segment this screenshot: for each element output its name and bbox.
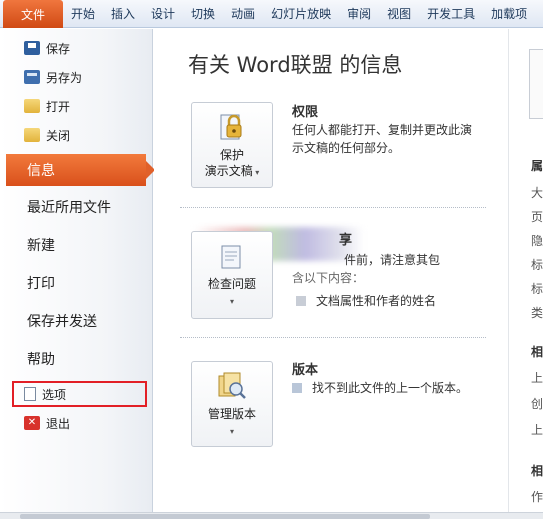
versions-icon [215,370,249,402]
manage-versions-button[interactable]: 管理版本 ▾ [191,361,273,447]
prepare-heading: 享 [339,233,353,248]
info-pane: 有关 Word联盟 的信息 保护 演示文稿 ▾ 权限 任何人都能打开、复制并更改… [154,29,508,514]
protect-label-2: 演示文稿 [204,164,253,178]
permissions-heading: 权限 [292,105,319,120]
nav-close[interactable]: 关闭 [24,125,70,145]
check-issues-label: 检查问题 [207,277,256,291]
nav-options[interactable]: 选项 [24,384,66,404]
section-divider [180,207,486,208]
section-divider [180,337,486,338]
property-label: 创 [531,397,543,411]
property-label: 类 [531,306,543,320]
nav-close-label: 关闭 [46,128,71,143]
tab-insert[interactable]: 插入 [103,0,143,27]
lock-icon [215,111,249,143]
chevron-down-icon: ▾ [229,427,234,436]
nav-exit[interactable]: ✕ 退出 [24,413,70,433]
exit-icon: ✕ [24,416,40,430]
tab-animations[interactable]: 动画 [223,0,263,27]
permissions-text: 任何人都能打开、复制并更改此演示文稿的任何部分。 [292,123,473,155]
property-label: 大 [531,186,543,200]
nav-save-as[interactable]: 另存为 [24,67,82,87]
tab-transitions[interactable]: 切换 [183,0,223,27]
versions-text: 找不到此文件的上一个版本。 [312,381,469,395]
property-label: 隐 [531,234,543,248]
tab-slideshow[interactable]: 幻灯片放映 [263,0,339,27]
nav-save[interactable]: 保存 [24,38,70,58]
horizontal-scrollbar[interactable] [0,512,543,519]
open-folder-icon [24,99,40,113]
save-icon [24,41,40,55]
versions-small-icon [292,383,302,393]
property-label: 相 [531,464,543,478]
nav-open-label: 打开 [46,99,71,114]
protect-presentation-button[interactable]: 保护 演示文稿 ▾ [191,102,273,188]
properties-strip: 属 大 页 隐 标 标 类 相 上 创 上 相 作 [508,29,543,514]
versions-heading: 版本 [292,363,319,378]
property-label: 上 [531,423,543,437]
chevron-down-icon: ▾ [252,168,260,177]
list-item: 文档属性和作者的姓名 [296,292,436,310]
property-label: 上 [531,371,543,385]
nav-print[interactable]: 打印 [27,271,55,295]
nav-help[interactable]: 帮助 [27,347,55,371]
options-icon [24,387,36,401]
tab-file[interactable]: 文件 [3,0,63,28]
property-label: 属 [531,159,543,173]
nav-save-label: 保存 [46,41,71,56]
save-as-icon [24,70,40,84]
check-issues-button[interactable]: 检查问题 ▾ [191,231,273,319]
property-label: 作 [531,490,543,504]
prepare-text: 件前，请注意其包 [344,253,441,267]
property-label: 相 [531,345,543,359]
tab-view[interactable]: 视图 [379,0,419,27]
tab-home[interactable]: 开始 [63,0,103,27]
nav-open[interactable]: 打开 [24,96,70,116]
prepare-bullet-text: 文档属性和作者的姓名 [316,294,437,308]
tab-addins[interactable]: 加载项 [483,0,535,27]
nav-save-as-label: 另存为 [46,70,83,85]
tab-design[interactable]: 设计 [143,0,183,27]
tab-review[interactable]: 审阅 [339,0,379,27]
nav-new[interactable]: 新建 [27,233,55,257]
backstage-nav: 保存 另存为 打开 关闭 信息 最近所用文件 新建 打印 保存并发送 帮助 选项… [0,29,155,514]
protect-label-1: 保护 [219,148,244,162]
tab-developer[interactable]: 开发工具 [419,0,483,27]
property-label: 页 [531,210,543,224]
inspect-document-icon [215,240,249,272]
document-thumbnail [529,49,543,119]
ribbon-tab-bar: 文件 开始 插入 设计 切换 动画 幻灯片放映 审阅 视图 开发工具 加载项 [0,0,543,28]
chevron-down-icon: ▾ [229,297,234,306]
list-item: 找不到此文件的上一个版本。 [292,379,482,397]
page-title: 有关 Word联盟 的信息 [188,53,403,77]
nav-recent[interactable]: 最近所用文件 [27,195,111,219]
manage-versions-label: 管理版本 [207,407,256,421]
nav-info[interactable]: 信息 [6,154,155,186]
close-folder-icon [24,128,40,142]
nav-options-label: 选项 [42,387,67,402]
scrollbar-thumb[interactable] [20,514,430,519]
property-label: 标 [531,282,543,296]
nav-save-send[interactable]: 保存并发送 [27,309,97,333]
nav-info-label: 信息 [27,163,55,179]
bullet-icon [296,296,306,306]
nav-exit-label: 退出 [46,416,71,431]
prepare-text-2: 含以下内容： [292,271,365,285]
property-label: 标 [531,258,543,272]
